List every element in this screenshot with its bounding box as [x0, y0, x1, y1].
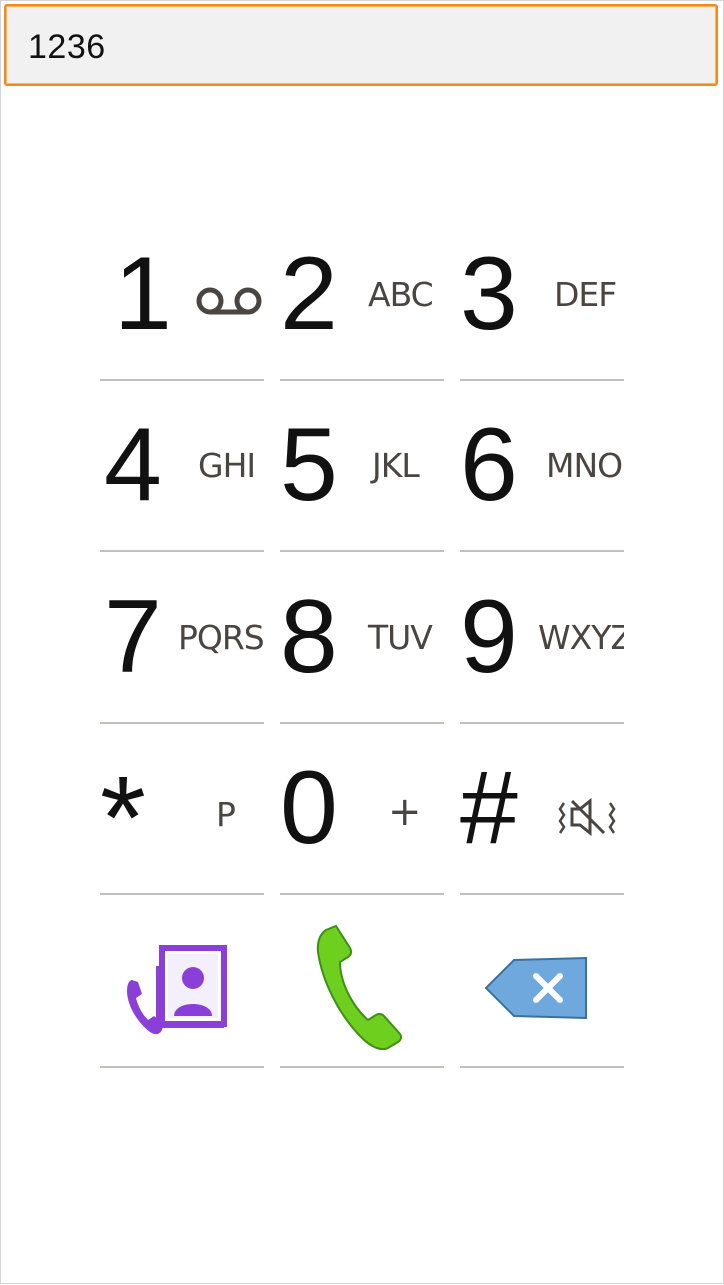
- key-hash[interactable]: #: [460, 745, 624, 895]
- key-9[interactable]: 9 WXYZ: [460, 574, 624, 724]
- key-digit: 4: [104, 407, 162, 523]
- vibrate-mute-icon: [558, 797, 620, 842]
- key-divider: [280, 379, 444, 381]
- key-divider: [100, 550, 264, 552]
- key-letters: GHI: [198, 446, 256, 485]
- action-divider: [460, 1066, 624, 1068]
- key-3[interactable]: 3 DEF: [460, 231, 624, 381]
- key-letters: JKL: [372, 446, 420, 485]
- key-letters: PQRS: [178, 618, 264, 657]
- call-button[interactable]: [280, 896, 444, 1068]
- key-letters: P: [216, 795, 236, 834]
- key-digit: *: [100, 752, 146, 884]
- key-divider: [460, 722, 624, 724]
- backspace-icon: [484, 956, 590, 1025]
- key-digit: 5: [280, 407, 338, 523]
- action-divider: [100, 1066, 264, 1068]
- key-2[interactable]: 2 ABC: [280, 231, 444, 381]
- key-digit: 1: [114, 236, 172, 352]
- key-6[interactable]: 6 MNO: [460, 402, 624, 552]
- key-divider: [460, 893, 624, 895]
- key-letters: TUV: [368, 618, 433, 657]
- key-digit: 9: [460, 579, 518, 695]
- action-divider: [280, 1066, 444, 1068]
- key-4[interactable]: 4 GHI: [100, 402, 264, 552]
- key-divider: [280, 550, 444, 552]
- dial-keypad: 1 2 ABC 3 DEF 4 GHI 5 JKL 6 MNO 7 PQRS 8…: [1, 1, 724, 1285]
- contacts-button[interactable]: [100, 896, 264, 1068]
- key-divider: [100, 722, 264, 724]
- dialer-screen: 1236 1 2 ABC 3 DEF 4 GHI 5 JKL 6 MNO 7 P…: [0, 0, 724, 1284]
- key-0[interactable]: 0 +: [280, 745, 444, 895]
- key-8[interactable]: 8 TUV: [280, 574, 444, 724]
- key-divider: [280, 893, 444, 895]
- backspace-button[interactable]: [460, 896, 624, 1068]
- key-divider: [460, 379, 624, 381]
- key-letters: +: [388, 789, 422, 835]
- key-divider: [460, 550, 624, 552]
- key-digit: 7: [104, 579, 162, 695]
- voicemail-icon: [196, 285, 264, 322]
- key-1[interactable]: 1: [100, 231, 264, 381]
- key-divider: [100, 379, 264, 381]
- key-divider: [100, 893, 264, 895]
- key-letters: DEF: [554, 275, 617, 314]
- key-letters: MNO: [546, 446, 623, 485]
- key-7[interactable]: 7 PQRS: [100, 574, 264, 724]
- key-letters: ABC: [368, 275, 434, 314]
- key-digit: 3: [460, 236, 518, 352]
- contacts-icon: [122, 944, 228, 1043]
- key-divider: [280, 722, 444, 724]
- key-digit: 2: [280, 236, 338, 352]
- key-digit: 6: [460, 407, 518, 523]
- key-digit: 8: [280, 579, 338, 695]
- phone-icon: [316, 924, 406, 1055]
- key-letters: WXYZ: [538, 618, 624, 657]
- key-digit: #: [460, 750, 518, 866]
- key-5[interactable]: 5 JKL: [280, 402, 444, 552]
- key-digit: 0: [280, 750, 338, 866]
- key-star[interactable]: * P: [100, 745, 264, 895]
